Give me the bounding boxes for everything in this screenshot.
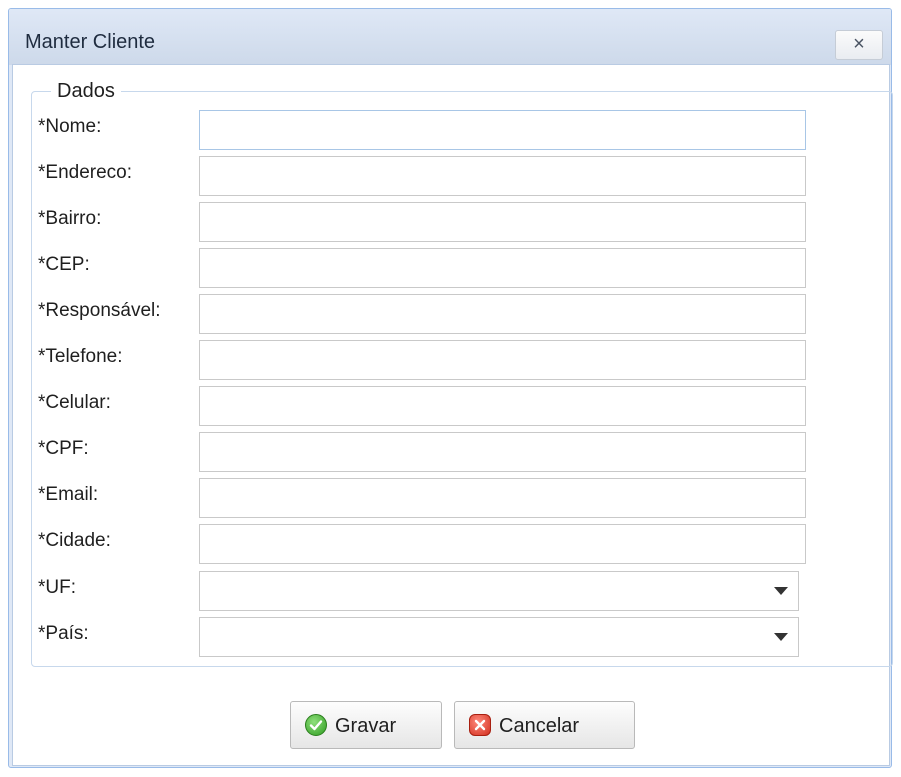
pais-select[interactable] bbox=[199, 617, 799, 657]
bairro-input[interactable] bbox=[199, 202, 806, 242]
field-label: *UF: bbox=[38, 577, 76, 598]
field-label: *Nome: bbox=[38, 116, 102, 137]
field-label: *País: bbox=[38, 623, 89, 644]
field-label: *Celular: bbox=[38, 392, 111, 413]
dialog-title: Manter Cliente bbox=[25, 31, 156, 53]
email-input[interactable] bbox=[199, 478, 806, 518]
cancel-button-label: Cancelar bbox=[499, 715, 580, 737]
cep-input[interactable] bbox=[199, 248, 806, 288]
save-button[interactable]: Gravar bbox=[290, 701, 442, 749]
field-label: *Responsável: bbox=[38, 300, 161, 321]
field-label: *Endereco: bbox=[38, 162, 133, 183]
x-square-icon bbox=[469, 714, 491, 736]
field-label: *Cidade: bbox=[38, 530, 111, 551]
close-button[interactable]: × bbox=[835, 30, 883, 60]
close-icon: × bbox=[853, 33, 865, 55]
endereco-input[interactable] bbox=[199, 156, 806, 196]
uf-select[interactable] bbox=[199, 571, 799, 611]
cpf-input[interactable] bbox=[199, 432, 806, 472]
telefone-input[interactable] bbox=[199, 340, 806, 380]
save-button-label: Gravar bbox=[335, 715, 397, 737]
cancel-button[interactable]: Cancelar bbox=[454, 701, 635, 749]
field-label: *CEP: bbox=[38, 254, 90, 275]
chevron-down-icon[interactable] bbox=[774, 587, 788, 595]
responsavel-input[interactable] bbox=[199, 294, 806, 334]
field-label: *Email: bbox=[38, 484, 99, 505]
field-label: *CPF: bbox=[38, 438, 89, 459]
celular-input[interactable] bbox=[199, 386, 806, 426]
field-label: *Telefone: bbox=[38, 346, 123, 367]
fieldset-legend: Dados bbox=[51, 80, 121, 103]
check-circle-icon bbox=[305, 714, 327, 736]
cidade-input[interactable] bbox=[199, 524, 806, 564]
chevron-down-icon[interactable] bbox=[774, 633, 788, 641]
nome-input[interactable] bbox=[199, 110, 806, 150]
dialog-titlebar: Manter Cliente × bbox=[9, 9, 891, 65]
field-label: *Bairro: bbox=[38, 208, 102, 229]
